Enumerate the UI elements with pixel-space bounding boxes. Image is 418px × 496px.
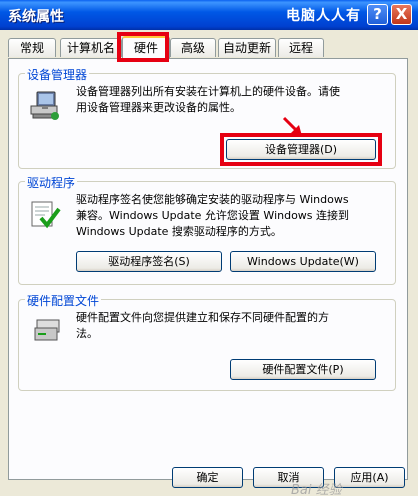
window-title: 系统属性 [8,9,64,25]
driver-signing-icon [31,201,61,229]
tab-advanced[interactable]: 高级 [170,38,216,57]
system-properties-window: 系统属性 电脑人人有 ? X 常规 计算机名 硬件 高级 自动更新 远程 设备管… [0,0,418,496]
dialog-body: 常规 计算机名 硬件 高级 自动更新 远程 设备管理器 设备管理器列出所有安装在 [3,30,415,496]
device-manager-desc-1: 设备管理器列出所有安装在计算机上的硬件设备。请使 [76,85,340,98]
drivers-title: 驱动程序 [25,174,78,191]
drivers-desc-2: 兼容。Windows Update 允许您设置 Windows 连接到 [76,209,350,222]
close-button[interactable]: X [391,4,412,25]
watermark-bottom: Bai 经验 [291,483,342,496]
hardware-profiles-button[interactable]: 硬件配置文件(P) [230,359,376,380]
hardware-profiles-title: 硬件配置文件 [25,292,102,309]
hardware-profiles-desc-1: 硬件配置文件向您提供建立和保存不同硬件配置的方 [76,311,329,324]
tab-general[interactable]: 常规 [8,38,56,57]
tab-computer-name[interactable]: 计算机名 [60,38,122,57]
device-manager-group: 设备管理器 设备管理器列出所有安装在计算机上的硬件设备。请使 用设备管理器来更改… [18,66,396,169]
driver-signing-button[interactable]: 驱动程序签名(S) [76,251,222,272]
tab-highlight-box [117,32,169,62]
apply-button[interactable]: 应用(A) [334,467,405,488]
watermark-text: 电脑人人有 [286,8,361,24]
drivers-desc-3: Windows Update 搜索驱动程序的方式。 [76,225,282,238]
title-bar[interactable]: 系统属性 电脑人人有 ? X [0,0,418,30]
drivers-group: 驱动程序 驱动程序签名使您能够确定安装的驱动程序与 Windows 兼容。Win… [18,174,396,285]
hardware-profiles-desc-2: 法。 [76,327,98,340]
windows-update-button[interactable]: Windows Update(W) [230,251,376,272]
device-manager-title: 设备管理器 [25,66,90,83]
tab-automatic-updates[interactable]: 自动更新 [218,38,276,57]
ok-button[interactable]: 确定 [172,467,243,488]
hardware-profiles-group: 硬件配置文件 硬件配置文件向您提供建立和保存不同硬件配置的方 法。 硬件配置文件… [18,292,396,391]
device-manager-desc-2: 用设备管理器来更改设备的属性。 [76,101,241,114]
hardware-profile-icon [34,319,60,341]
drivers-desc-1: 驱动程序签名使您能够确定安装的驱动程序与 Windows [76,193,349,206]
tab-remote[interactable]: 远程 [278,38,324,57]
help-button[interactable]: ? [367,4,388,25]
device-manager-icon [30,91,59,120]
hardware-panel: 设备管理器 设备管理器列出所有安装在计算机上的硬件设备。请使 用设备管理器来更改… [8,58,408,480]
device-manager-highlight-box [220,133,382,166]
